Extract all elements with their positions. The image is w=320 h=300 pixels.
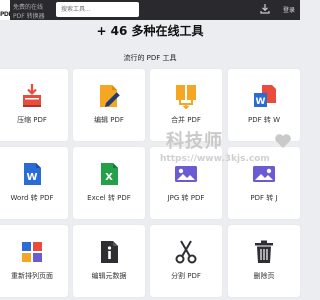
merge-icon <box>176 85 196 109</box>
page-headline: + 46 多种在线工具 <box>96 24 204 38</box>
tool-card-compress-pdf[interactable]: 压缩 PDF <box>0 69 68 141</box>
tool-label: PDF 转 J <box>250 194 278 202</box>
tool-label: 合并 PDF <box>171 116 201 124</box>
download-icon[interactable] <box>259 3 271 15</box>
excel-icon: X <box>101 163 118 185</box>
word-icon: W <box>24 163 41 185</box>
tool-card-excel-to-pdf[interactable]: X Excel 转 PDF <box>73 147 145 219</box>
tool-label: Excel 转 PDF <box>87 194 131 202</box>
tool-card-pdf-to-word[interactable]: W PDF 转 W <box>228 69 300 141</box>
svg-text:W: W <box>256 97 266 107</box>
logo-tag: PDF <box>0 11 12 18</box>
tool-card-split-pdf[interactable]: 分割 PDF <box>150 225 222 297</box>
tool-card-delete-pages[interactable]: 删除页 <box>228 225 300 297</box>
brand-tagline-1: 免费的在线 <box>13 4 44 11</box>
heart-icon <box>275 134 291 148</box>
pdf-to-word-icon: W <box>254 85 276 107</box>
tool-label: 编辑 PDF <box>94 116 124 124</box>
tool-card-edit-metadata[interactable]: 编辑元数据 <box>73 225 145 297</box>
compress-icon <box>23 84 41 107</box>
section-title: 流行的 PDF 工具 <box>123 54 177 62</box>
login-link[interactable]: 登录 <box>283 5 295 14</box>
tool-label: 重新排列页面 <box>11 272 53 280</box>
tool-label: 压缩 PDF <box>17 116 47 124</box>
edit-icon <box>100 85 121 107</box>
tool-label: 删除页 <box>253 272 275 280</box>
watermark-text: 科技师 <box>166 131 223 152</box>
scissors-icon <box>175 240 197 264</box>
rearrange-icon <box>22 242 42 262</box>
tool-label: 分割 PDF <box>171 272 201 280</box>
tool-label: JPG 转 PDF <box>167 194 205 202</box>
tool-card-edit-pdf[interactable]: 编辑 PDF <box>73 69 145 141</box>
tool-label: PDF 转 W <box>247 116 280 124</box>
tool-card-rearrange-pages[interactable]: 重新排列页面 <box>0 225 68 297</box>
metadata-icon <box>101 241 118 263</box>
svg-text:W: W <box>26 172 37 183</box>
jpg-icon <box>175 166 197 182</box>
brand-tagline-2: PDF 转换器 <box>13 13 45 20</box>
tool-label: 编辑元数据 <box>91 272 127 280</box>
pdf-to-jpg-icon <box>253 166 275 182</box>
logo[interactable]: PDF <box>0 0 12 20</box>
watermark-url: https://www.3kjs.com <box>160 154 270 164</box>
top-bar: PDF 免费的在线 PDF 转换器 登录 <box>0 0 300 20</box>
tool-card-word-to-pdf[interactable]: W Word 转 PDF <box>0 147 68 219</box>
svg-text:X: X <box>105 172 113 183</box>
tool-label: Word 转 PDF <box>10 194 54 202</box>
trash-icon <box>255 240 273 263</box>
search-input[interactable] <box>56 2 139 17</box>
